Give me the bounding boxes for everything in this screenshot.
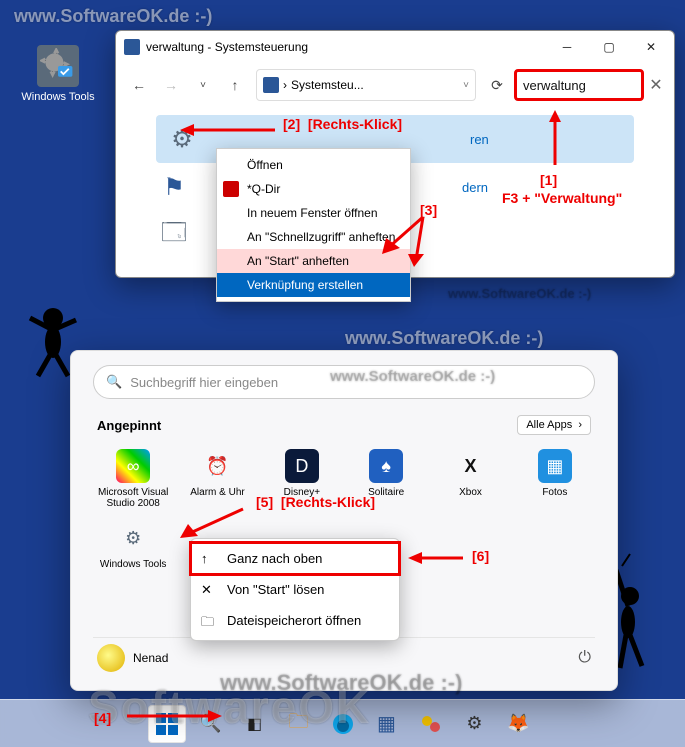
history-dropdown[interactable]: ˅ [188,70,218,100]
close-button[interactable]: ✕ [630,32,672,62]
window-title: verwaltung - Systemsteuerung [146,40,546,54]
refresh-button[interactable]: ⟳ [482,70,512,100]
folder-icon: 🗀 [201,613,214,635]
menu-item-pin-start[interactable]: An "Start" anheften [217,249,410,273]
maximize-button[interactable]: ▢ [588,32,630,62]
avatar[interactable] [97,644,125,672]
taskbar-taskview[interactable]: ◧ [236,705,274,743]
windows-logo-icon [156,713,178,735]
result-link[interactable]: ren [470,132,489,147]
search-value: verwaltung [523,78,586,93]
all-apps-button[interactable]: Alle Apps › [517,415,591,435]
up-button[interactable]: ↑ [220,70,250,100]
disney-icon: D [285,449,319,483]
power-button[interactable]: ⏻ [578,649,591,667]
breadcrumb[interactable]: › Systemsteu... ˅ [256,69,476,101]
gear-icon: ⚙ [164,121,200,157]
desktop-icon-label: Windows Tools [18,91,98,103]
menu-item-open-location[interactable]: 🗀Dateispeicherort öffnen [191,605,399,636]
tile-disney[interactable]: DDisney+ [262,445,342,513]
watermark: www.SoftwareOK.de :-) [14,6,212,27]
clear-search-button[interactable]: ✕ [646,75,666,95]
minimize-button[interactable]: ─ [546,32,588,62]
back-button[interactable]: ← [124,70,154,100]
nav-toolbar: ← → ˅ ↑ › Systemsteu... ˅ ⟳ verwaltung ✕ [116,63,674,107]
titlebar[interactable]: verwaltung - Systemsteuerung ─ ▢ ✕ [116,31,674,63]
forward-button[interactable]: → [156,70,186,100]
gear-check-icon [37,45,79,87]
start-search-placeholder: Suchbegriff hier eingeben [130,375,278,390]
clock-icon: ⏰ [200,449,234,483]
help-icon: 🗔 [156,217,192,253]
user-name[interactable]: Nenad [133,651,168,665]
tile-visual-studio[interactable]: ∞Microsoft Visual Studio 2008 [93,445,173,513]
menu-item-new-window[interactable]: In neuem Fenster öffnen [217,201,410,225]
pinned-heading: Angepinnt [97,418,161,433]
taskbar-explorer[interactable]: 🗀 [280,705,318,743]
tile-windows-tools[interactable]: ⚙Windows Tools [93,517,173,585]
breadcrumb-item[interactable]: Systemsteu... [291,78,364,92]
desktop-icon-windows-tools[interactable]: Windows Tools [18,45,98,103]
menu-item-pin-quick[interactable]: An "Schnellzugriff" anheften [217,225,410,249]
breadcrumb-icon [263,77,279,93]
watermark: www.SoftwareOK.de :-) [448,286,591,301]
tile-alarm[interactable]: ⏰Alarm & Uhr [177,445,257,513]
gear-icon: ⚙ [116,521,150,555]
unpin-icon: ✕ [201,582,212,598]
menu-item-qdir[interactable]: *Q-Dir [217,177,410,201]
taskbar-app[interactable]: 🦊 [500,705,538,743]
breadcrumb-sep: › [283,78,287,92]
vs-icon: ∞ [116,449,150,483]
cards-icon: ♠ [369,449,403,483]
menu-item-create-shortcut[interactable]: Verknüpfung erstellen [217,273,410,297]
photos-icon: ▦ [538,449,572,483]
tile-solitaire[interactable]: ♠Solitaire [346,445,426,513]
menu-item-unpin[interactable]: ✕Von "Start" lösen [191,574,399,605]
start-search-input[interactable]: 🔍 Suchbegriff hier eingeben [93,365,595,399]
context-menu: Öffnen *Q-Dir In neuem Fenster öffnen An… [216,148,411,302]
search-icon: 🔍 [106,374,122,390]
taskbar-search[interactable]: 🔍 [192,705,230,743]
start-footer: Nenad ⏻ [93,637,595,678]
taskbar-app[interactable]: ▦ [368,705,406,743]
qdir-icon [223,181,239,197]
tile-fotos[interactable]: ▦Fotos [515,445,595,513]
watermark: www.SoftwareOK.de :-) [345,328,543,349]
taskbar: 🔍 ◧ 🗀 ▦ ⚙ 🦊 [0,699,685,747]
app-icon [124,39,140,55]
tile-xbox[interactable]: XXbox [430,445,510,513]
flag-icon: ⚑ [156,169,192,205]
search-input[interactable]: verwaltung [514,69,644,101]
chevron-down-icon[interactable]: ˅ [463,80,469,91]
result-link[interactable]: dern [462,180,488,195]
taskbar-app[interactable]: ⚙ [456,705,494,743]
menu-item-open[interactable]: Öffnen [217,153,410,177]
start-context-menu: ↑Ganz nach oben ✕Von "Start" lösen 🗀Date… [190,538,400,641]
xbox-icon: X [453,449,487,483]
taskbar-app[interactable] [412,705,450,743]
taskbar-edge[interactable] [324,705,362,743]
arrow-up-icon: ↑ [201,551,208,566]
start-button[interactable] [148,705,186,743]
menu-item-move-top[interactable]: ↑Ganz nach oben [191,543,399,574]
